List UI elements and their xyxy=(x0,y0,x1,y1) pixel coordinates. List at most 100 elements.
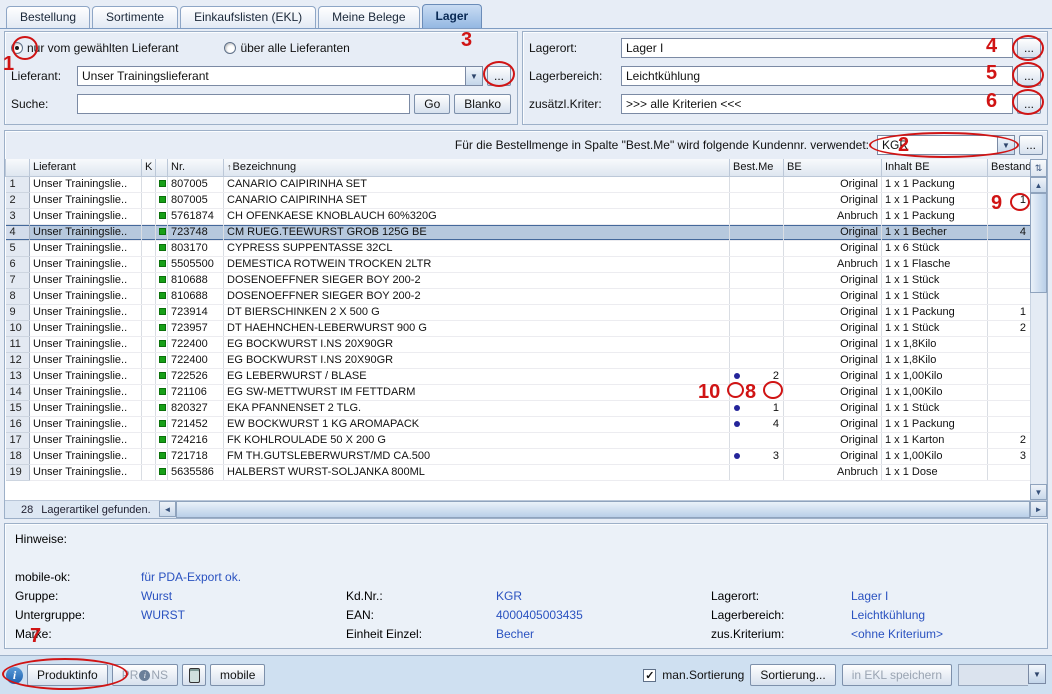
table-row[interactable]: 8 Unser Trainingslie.. 810688 DOSENOEFFN… xyxy=(6,288,1031,304)
cell-nr: 723957 xyxy=(168,320,224,336)
cell-k xyxy=(142,192,156,208)
table-row[interactable]: 13 Unser Trainingslie.. 722526 EG LEBERW… xyxy=(6,368,1031,384)
lagerbereich-more-button[interactable]: ... xyxy=(1017,66,1041,86)
table-row[interactable]: 9 Unser Trainingslie.. 723914 DT BIERSCH… xyxy=(6,304,1031,320)
scroll-down-button[interactable]: ▼ xyxy=(1030,484,1047,500)
sortierung-button[interactable]: Sortierung... xyxy=(750,664,835,686)
header-bestand[interactable]: Bestand xyxy=(988,159,1031,176)
vertical-scroll-thumb[interactable] xyxy=(1030,193,1047,293)
scroll-right-button[interactable]: ► xyxy=(1030,501,1047,517)
cell-bestme xyxy=(730,336,784,352)
lieferant-label: Lieferant: xyxy=(11,69,73,83)
cell-inhalt: 1 x 1 Packung xyxy=(882,192,988,208)
cell-bezeichnung: EG LEBERWURST / BLASE xyxy=(224,368,730,384)
header-bezeichnung[interactable]: ↑Bezeichnung xyxy=(224,159,730,176)
horizontal-scrollbar[interactable]: ◄ ► xyxy=(159,501,1047,518)
column-sort-corner-icon[interactable]: ⇅ xyxy=(1030,159,1047,177)
table-row[interactable]: 4 Unser Trainingslie.. 723748 CM RUEG.TE… xyxy=(6,224,1031,240)
cell-nr: 721718 xyxy=(168,448,224,464)
table-row[interactable]: 11 Unser Trainingslie.. 722400 EG BOCKWU… xyxy=(6,336,1031,352)
cell-bezeichnung: EG BOCKWURST I.NS 20X90GR xyxy=(224,352,730,368)
cell-bestme xyxy=(730,432,784,448)
lagerort-more-button[interactable]: ... xyxy=(1017,38,1041,58)
header-k[interactable]: K xyxy=(142,159,156,176)
table-row[interactable]: 14 Unser Trainingslie.. 721106 EG SW-MET… xyxy=(6,384,1031,400)
pda-button[interactable] xyxy=(182,664,206,686)
header-nr[interactable]: Nr. xyxy=(168,159,224,176)
cell-be: Original xyxy=(784,352,882,368)
produktinfo-button[interactable]: Produktinfo xyxy=(27,664,108,686)
tab-einkaufslisten[interactable]: Einkaufslisten (EKL) xyxy=(180,6,316,28)
table-row[interactable]: 15 Unser Trainingslie.. 820327 EKA PFANN… xyxy=(6,400,1031,416)
radio-selected-supplier[interactable] xyxy=(11,42,23,54)
cell-bestand xyxy=(988,384,1031,400)
blanko-button[interactable]: Blanko xyxy=(454,94,511,114)
footer-toolbar: i Produktinfo PRiNS mobile ✓ man.Sortier… xyxy=(0,655,1052,694)
cell-lieferant: Unser Trainingslie.. xyxy=(30,368,142,384)
info-icon[interactable]: i xyxy=(6,667,23,684)
cell-bezeichnung: EG SW-METTWURST IM FETTDARM xyxy=(224,384,730,400)
table-row[interactable]: 1 Unser Trainingslie.. 807005 CANARIO CA… xyxy=(6,176,1031,192)
cell-status xyxy=(156,448,168,464)
cell-bezeichnung: EKA PFANNENSET 2 TLG. xyxy=(224,400,730,416)
table-row[interactable]: 5 Unser Trainingslie.. 803170 CYPRESS SU… xyxy=(6,240,1031,256)
scroll-left-button[interactable]: ◄ xyxy=(159,501,176,517)
cell-bestme: 2 xyxy=(730,368,784,384)
chevron-down-icon[interactable]: ▼ xyxy=(997,135,1015,155)
tab-bestellung[interactable]: Bestellung xyxy=(6,6,90,28)
cell-lieferant: Unser Trainingslie.. xyxy=(30,208,142,224)
table-row[interactable]: 12 Unser Trainingslie.. 722400 EG BOCKWU… xyxy=(6,352,1031,368)
radio-all-suppliers-label: über alle Lieferanten xyxy=(240,41,349,55)
suche-input[interactable] xyxy=(77,94,410,114)
man-sortierung-checkbox[interactable]: ✓ xyxy=(643,669,656,682)
header-be[interactable]: BE xyxy=(784,159,882,176)
ekl-speichern-button: in EKL speichern xyxy=(842,664,952,686)
table-row[interactable]: 17 Unser Trainingslie.. 724216 FK KOHLRO… xyxy=(6,432,1031,448)
chevron-down-icon[interactable]: ▼ xyxy=(465,66,483,86)
table-row[interactable]: 7 Unser Trainingslie.. 810688 DOSENOEFFN… xyxy=(6,272,1031,288)
header-bestme[interactable]: Best.Me xyxy=(730,159,784,176)
header-lieferant[interactable]: Lieferant xyxy=(30,159,142,176)
table-row[interactable]: 3 Unser Trainingslie.. 5761874 CH OFENKA… xyxy=(6,208,1031,224)
radio-selected-supplier-label: nur vom gewählten Lieferant xyxy=(27,41,178,55)
radio-all-suppliers[interactable] xyxy=(224,42,236,54)
horizontal-scroll-thumb[interactable] xyxy=(176,501,1030,518)
vertical-scrollbar[interactable]: ⇅ ▲ ▼ xyxy=(1030,159,1047,500)
lieferant-more-button[interactable]: ... xyxy=(487,66,511,86)
cell-lieferant: Unser Trainingslie.. xyxy=(30,288,142,304)
table-row[interactable]: 10 Unser Trainingslie.. 723957 DT HAEHNC… xyxy=(6,320,1031,336)
cell-be: Original xyxy=(784,304,882,320)
cell-inhalt: 1 x 1,00Kilo xyxy=(882,368,988,384)
mobile-button[interactable]: mobile xyxy=(210,664,265,686)
lagerort-field[interactable]: Lager I xyxy=(621,38,1013,58)
stock-status-dot xyxy=(159,180,166,187)
table-row[interactable]: 2 Unser Trainingslie.. 807005 CANARIO CA… xyxy=(6,192,1031,208)
vertical-scroll-track[interactable] xyxy=(1030,293,1047,484)
cell-bestme xyxy=(730,352,784,368)
cell-lieferant: Unser Trainingslie.. xyxy=(30,352,142,368)
table-row[interactable]: 18 Unser Trainingslie.. 721718 FM TH.GUT… xyxy=(6,448,1031,464)
cell-nr: 724216 xyxy=(168,432,224,448)
cell-be: Original xyxy=(784,240,882,256)
tab-lager[interactable]: Lager xyxy=(422,4,483,28)
cell-k xyxy=(142,224,156,240)
go-button[interactable]: Go xyxy=(414,94,450,114)
header-inhalt[interactable]: Inhalt BE xyxy=(882,159,988,176)
table-row[interactable]: 16 Unser Trainingslie.. 721452 EW BOCKWU… xyxy=(6,416,1031,432)
kundennr-more-button[interactable]: ... xyxy=(1019,135,1043,155)
table-row[interactable]: 19 Unser Trainingslie.. 5635586 HALBERST… xyxy=(6,464,1031,480)
cell-bezeichnung: FK KOHLROULADE 50 X 200 G xyxy=(224,432,730,448)
table-row[interactable]: 6 Unser Trainingslie.. 5505500 DEMESTICA… xyxy=(6,256,1031,272)
scroll-up-button[interactable]: ▲ xyxy=(1030,177,1047,193)
hinweise-label: Hinweise: xyxy=(15,532,141,551)
tab-meine-belege[interactable]: Meine Belege xyxy=(318,6,419,28)
cell-inhalt: 1 x 1 Becher xyxy=(882,224,988,240)
lieferant-combobox[interactable]: Unser Trainingslieferant ▼ xyxy=(77,66,483,86)
kriterien-field[interactable]: >>> alle Kriterien <<< xyxy=(621,94,1013,114)
cell-status xyxy=(156,192,168,208)
kundennr-combobox[interactable]: KGR ▼ xyxy=(877,135,1015,155)
cell-bezeichnung: DEMESTICA ROTWEIN TROCKEN 2LTR xyxy=(224,256,730,272)
lagerbereich-field[interactable]: Leichtkühlung xyxy=(621,66,1013,86)
tab-sortimente[interactable]: Sortimente xyxy=(92,6,178,28)
kriterien-more-button[interactable]: ... xyxy=(1017,94,1041,114)
